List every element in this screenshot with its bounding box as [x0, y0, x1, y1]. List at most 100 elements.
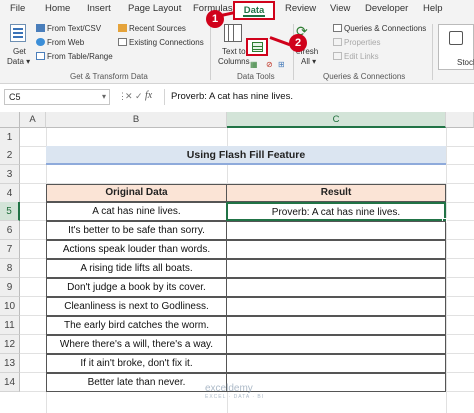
text-to-columns-label-1: Text to: [222, 47, 246, 56]
tab-view[interactable]: View: [330, 3, 350, 14]
tab-insert[interactable]: Insert: [87, 3, 111, 14]
group-separator: [210, 24, 211, 80]
tab-file[interactable]: File: [10, 3, 25, 14]
chevron-down-icon[interactable]: ▾: [102, 90, 106, 104]
result-cell[interactable]: [226, 297, 446, 316]
header-result[interactable]: Result: [226, 184, 446, 202]
properties-icon: [333, 38, 342, 46]
column-header-d[interactable]: [446, 112, 474, 128]
result-cell[interactable]: [226, 354, 446, 373]
group-label-get-transform: Get & Transform Data: [70, 72, 148, 81]
original-data-cell[interactable]: Cleanliness is next to Godliness.: [46, 297, 227, 316]
remove-duplicates-icon[interactable]: ▦: [250, 60, 258, 70]
row-header-8[interactable]: 8: [0, 259, 20, 278]
from-text-csv-button[interactable]: From Text/CSV: [36, 24, 101, 34]
original-data-cell[interactable]: Better late than never.: [46, 373, 227, 392]
row-header-1[interactable]: 1: [0, 128, 20, 147]
result-cell[interactable]: [226, 221, 446, 240]
row-header-14[interactable]: 14: [0, 373, 20, 392]
stocks-button[interactable]: Stock: [438, 24, 474, 70]
stocks-icon: [449, 31, 463, 45]
original-data-cell[interactable]: Don't judge a book by its cover.: [46, 278, 227, 297]
flash-fill-icon: [252, 42, 263, 52]
row-header-6[interactable]: 6: [0, 221, 20, 240]
group-separator: [293, 24, 294, 80]
edit-links-label: Edit Links: [344, 52, 379, 61]
globe-icon: [36, 38, 45, 46]
formula-input[interactable]: Proverb: A cat has nine lives.: [164, 89, 474, 105]
row-header-9[interactable]: 9: [0, 278, 20, 297]
data-validation-icon[interactable]: ⊘: [266, 60, 273, 70]
result-cell[interactable]: [226, 278, 446, 297]
callout-badge-1: 1: [206, 10, 224, 28]
result-cell[interactable]: [226, 259, 446, 278]
existing-connections-label: Existing Connections: [129, 38, 204, 47]
name-box[interactable]: C5 ▾: [4, 89, 110, 105]
original-data-cell[interactable]: Where there's a will, there's a way.: [46, 335, 227, 354]
row-header-11[interactable]: 11: [0, 316, 20, 335]
tab-data[interactable]: Data: [233, 1, 275, 20]
text-to-columns-icon: [224, 24, 242, 42]
group-label-queries-connections: Queries & Connections: [323, 72, 406, 81]
sheet-title[interactable]: Using Flash Fill Feature: [46, 146, 446, 165]
edit-links-icon: [333, 52, 342, 60]
table-icon: [36, 52, 45, 60]
row-header-10[interactable]: 10: [0, 297, 20, 316]
original-data-cell[interactable]: Actions speak louder than words.: [46, 240, 227, 259]
queries-icon: [333, 24, 342, 32]
result-cell[interactable]: [226, 316, 446, 335]
queries-connections-label: Queries & Connections: [344, 24, 427, 33]
row-header-13[interactable]: 13: [0, 354, 20, 373]
consolidate-icon[interactable]: ⊞: [278, 60, 285, 70]
group-separator: [432, 24, 433, 80]
tab-page-layout[interactable]: Page Layout: [128, 3, 181, 14]
tab-home[interactable]: Home: [45, 3, 70, 14]
result-cell-selected[interactable]: Proverb: A cat has nine lives.: [226, 202, 446, 221]
from-table-range-button[interactable]: From Table/Range: [36, 52, 113, 62]
row-header-5[interactable]: 5: [0, 202, 20, 221]
tab-developer[interactable]: Developer: [365, 3, 408, 14]
row-header-3[interactable]: 3: [0, 165, 20, 184]
queries-connections-button[interactable]: Queries & Connections: [333, 24, 426, 34]
existing-connections-button[interactable]: Existing Connections: [118, 38, 204, 48]
original-data-cell[interactable]: A rising tide lifts all boats.: [46, 259, 227, 278]
text-to-columns-label-2: Columns: [218, 57, 250, 66]
group-label-data-tools: Data Tools: [237, 72, 275, 81]
watermark-name: exceldemy: [205, 383, 253, 394]
select-all-corner[interactable]: [0, 112, 20, 128]
original-data-cell[interactable]: If it ain't broke, don't fix it.: [46, 354, 227, 373]
enter-icon[interactable]: ✓: [135, 91, 143, 102]
text-file-icon: [36, 24, 45, 32]
name-box-value: C5: [9, 92, 21, 102]
formula-bar: C5 ▾ ⋮ ✕ ✓ fx Proverb: A cat has nine li…: [0, 88, 474, 106]
result-cell[interactable]: [226, 240, 446, 259]
from-web-button[interactable]: From Web: [36, 38, 84, 48]
recent-sources-button[interactable]: Recent Sources: [118, 24, 186, 34]
row-header-12[interactable]: 12: [0, 335, 20, 354]
grid-line: [446, 128, 447, 413]
insert-function-icon[interactable]: fx: [145, 90, 152, 101]
tab-help[interactable]: Help: [423, 3, 443, 14]
row-header-4[interactable]: 4: [0, 184, 20, 203]
tab-review[interactable]: Review: [285, 3, 316, 14]
flash-fill-button[interactable]: [246, 38, 268, 56]
column-header-a[interactable]: A: [20, 112, 46, 128]
result-cell[interactable]: [226, 335, 446, 354]
column-header-b[interactable]: B: [46, 112, 227, 128]
from-web-label: From Web: [47, 38, 85, 47]
column-header-c[interactable]: C: [227, 112, 446, 128]
connections-icon: [118, 38, 127, 46]
refresh-label-2: All ▾: [301, 57, 317, 66]
properties-label: Properties: [344, 38, 381, 47]
row-header-7[interactable]: 7: [0, 240, 20, 259]
cancel-icon[interactable]: ✕: [125, 91, 133, 102]
properties-button[interactable]: Properties: [333, 38, 380, 48]
original-data-cell[interactable]: A cat has nine lives.: [46, 202, 227, 221]
header-original-data[interactable]: Original Data: [46, 184, 227, 202]
original-data-cell[interactable]: The early bird catches the worm.: [46, 316, 227, 335]
recent-sources-icon: [118, 24, 127, 32]
row-header-2[interactable]: 2: [0, 146, 20, 165]
original-data-cell[interactable]: It's better to be safe than sorry.: [46, 221, 227, 240]
active-tab-underline: [243, 15, 265, 17]
edit-links-button[interactable]: Edit Links: [333, 52, 379, 62]
